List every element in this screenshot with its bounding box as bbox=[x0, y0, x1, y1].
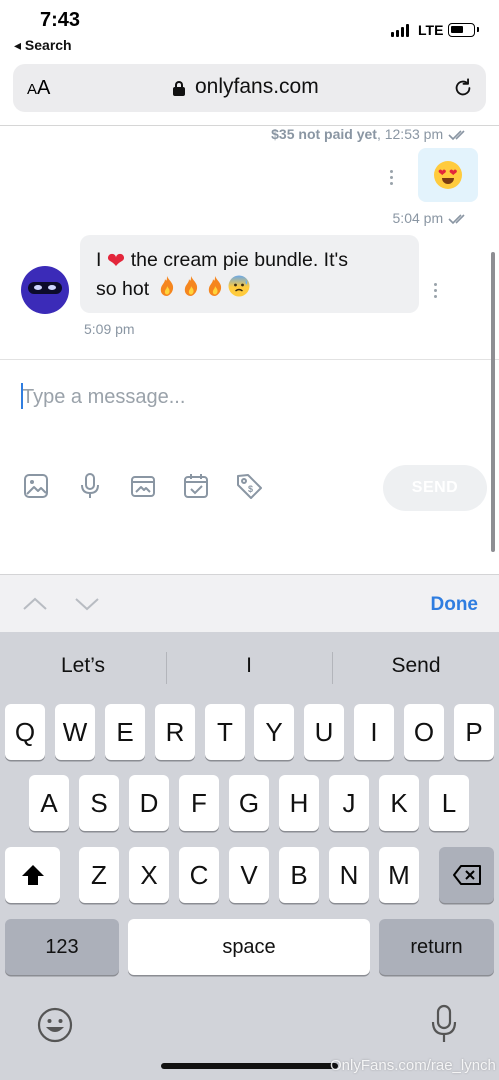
message-options-icon[interactable] bbox=[434, 283, 438, 299]
chat-thread[interactable]: $35 not paid yet, 12:53 pm ❤ ❤ 5:04 pm I … bbox=[0, 126, 499, 360]
key[interactable]: D bbox=[129, 775, 169, 831]
key[interactable]: J bbox=[329, 775, 369, 831]
emoji-keyboard-icon[interactable] bbox=[36, 1006, 74, 1044]
shift-key[interactable] bbox=[5, 847, 60, 903]
key[interactable]: O bbox=[404, 704, 444, 760]
sent-message-time: 5:04 pm bbox=[393, 210, 473, 226]
numbers-key[interactable]: 123 bbox=[5, 919, 119, 975]
suggestion-item[interactable]: I bbox=[166, 644, 332, 688]
done-button[interactable]: Done bbox=[431, 594, 479, 616]
red-heart-emoji-icon: ❤ bbox=[106, 248, 126, 274]
key[interactable]: F bbox=[179, 775, 219, 831]
payment-status: $35 not paid yet, 12:53 pm bbox=[271, 126, 473, 142]
dictation-microphone-icon[interactable] bbox=[429, 1004, 459, 1044]
key[interactable]: M bbox=[379, 847, 419, 903]
received-message-time: 5:09 pm bbox=[84, 321, 135, 337]
sent-message-bubble[interactable]: ❤ ❤ bbox=[418, 148, 478, 202]
key[interactable]: H bbox=[279, 775, 319, 831]
predictive-text-bar: Let’s I Send bbox=[0, 644, 499, 688]
key[interactable]: T bbox=[205, 704, 245, 760]
anxious-sweat-emoji-icon bbox=[227, 274, 251, 306]
key[interactable]: Z bbox=[79, 847, 119, 903]
space-key[interactable]: space bbox=[128, 919, 370, 975]
scrollbar[interactable] bbox=[491, 252, 495, 552]
key[interactable]: W bbox=[55, 704, 95, 760]
text-size-button[interactable]: AA bbox=[27, 77, 50, 100]
received-message-bubble[interactable]: I ❤ the cream pie bundle. It's so hot bbox=[80, 235, 419, 313]
key[interactable]: S bbox=[79, 775, 119, 831]
key[interactable]: X bbox=[129, 847, 169, 903]
home-indicator[interactable] bbox=[161, 1063, 338, 1069]
text-cursor bbox=[21, 383, 23, 409]
key[interactable]: G bbox=[229, 775, 269, 831]
key[interactable]: A bbox=[29, 775, 69, 831]
schedule-calendar-icon[interactable] bbox=[182, 472, 210, 500]
backspace-icon bbox=[452, 865, 481, 885]
svg-text:$: $ bbox=[248, 484, 253, 494]
double-check-icon bbox=[448, 130, 465, 141]
backspace-key[interactable] bbox=[439, 847, 494, 903]
message-options-icon[interactable] bbox=[390, 170, 394, 186]
address-bar[interactable]: AA onlyfans.com bbox=[13, 64, 486, 112]
status-bar: 7:43 ◂ Search LTE bbox=[0, 0, 499, 58]
received-message-text: I ❤ the cream pie bundle. It's so hot bbox=[96, 247, 406, 306]
network-label: LTE bbox=[418, 22, 444, 38]
send-button[interactable]: SEND bbox=[383, 465, 487, 511]
key[interactable]: K bbox=[379, 775, 419, 831]
battery-icon bbox=[448, 23, 479, 37]
key[interactable]: L bbox=[429, 775, 469, 831]
double-check-icon bbox=[448, 214, 465, 225]
fire-emoji-icon bbox=[203, 274, 227, 306]
reload-icon[interactable] bbox=[452, 77, 474, 99]
watermark: OnlyFans.com/rae_lynch bbox=[330, 1057, 496, 1074]
key[interactable]: U bbox=[304, 704, 344, 760]
key[interactable]: B bbox=[279, 847, 319, 903]
browser-toolbar: AA onlyfans.com bbox=[0, 58, 499, 126]
shift-arrow-icon bbox=[21, 865, 44, 885]
heart-eyes-emoji-icon: ❤ ❤ bbox=[434, 161, 462, 189]
signal-icon bbox=[391, 24, 409, 37]
fire-emoji-icon bbox=[155, 274, 179, 306]
clock: 7:43 bbox=[40, 9, 81, 31]
price-tag-icon[interactable]: $ bbox=[235, 472, 263, 500]
sender-avatar[interactable] bbox=[21, 266, 69, 314]
return-key[interactable]: return bbox=[379, 919, 494, 975]
vault-icon[interactable] bbox=[129, 472, 157, 500]
message-input[interactable] bbox=[20, 382, 460, 412]
back-to-search-link[interactable]: ◂ Search bbox=[14, 37, 72, 54]
microphone-icon[interactable] bbox=[76, 472, 104, 500]
key[interactable]: E bbox=[105, 704, 145, 760]
suggestion-item[interactable]: Send bbox=[333, 644, 499, 688]
chevron-up-icon[interactable] bbox=[22, 591, 48, 617]
key[interactable]: P bbox=[454, 704, 494, 760]
keyboard-accessory-bar: Done bbox=[0, 574, 499, 632]
key[interactable]: Q bbox=[5, 704, 45, 760]
keyboard: Let’s I Send Q W E R T Y U I O P A S D F… bbox=[0, 632, 499, 1080]
image-attach-icon[interactable] bbox=[22, 472, 50, 500]
chevron-down-icon[interactable] bbox=[74, 591, 100, 617]
fire-emoji-icon bbox=[179, 274, 203, 306]
key[interactable]: R bbox=[155, 704, 195, 760]
key[interactable]: Y bbox=[254, 704, 294, 760]
key[interactable]: V bbox=[229, 847, 269, 903]
key[interactable]: C bbox=[179, 847, 219, 903]
message-composer: $ SEND bbox=[0, 359, 499, 574]
suggestion-item[interactable]: Let’s bbox=[0, 644, 166, 688]
key[interactable]: N bbox=[329, 847, 369, 903]
key[interactable]: I bbox=[354, 704, 394, 760]
url-domain[interactable]: onlyfans.com bbox=[195, 75, 319, 99]
lock-icon bbox=[173, 81, 185, 96]
